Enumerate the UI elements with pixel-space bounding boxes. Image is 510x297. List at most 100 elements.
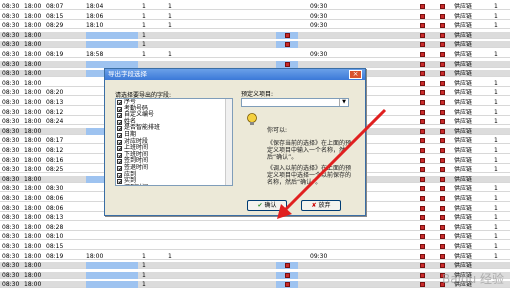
checkbox-icon[interactable] xyxy=(420,282,425,288)
ok-button[interactable]: ✔ 确认 xyxy=(247,200,287,211)
checkbox-icon[interactable] xyxy=(420,263,425,269)
checkbox-icon[interactable] xyxy=(420,186,425,192)
checkbox-icon[interactable] xyxy=(420,109,425,115)
checkbox-icon[interactable] xyxy=(117,100,122,105)
checkbox-icon[interactable] xyxy=(440,23,445,29)
checkbox-icon[interactable] xyxy=(420,176,425,182)
checkbox-icon[interactable] xyxy=(420,23,425,29)
checkbox-icon[interactable] xyxy=(440,100,445,105)
checkbox-icon[interactable] xyxy=(420,196,425,201)
table-row[interactable]: 08:30 18:00 08:07 18:04 1 1 09:30 供应链 1 xyxy=(0,3,510,10)
table-row[interactable]: 08:30 18:00 1 供应链 xyxy=(0,271,510,279)
checkbox-icon[interactable] xyxy=(117,179,122,185)
checkbox-icon[interactable] xyxy=(285,61,290,67)
table-row[interactable]: 08:30 18:00 08:19 18:00 1 1 09:30 供应链 1 xyxy=(0,253,510,260)
table-row[interactable]: 08:30 18:00 08:19 18:58 1 1 09:30 供应链 1 xyxy=(0,51,510,58)
table-row[interactable]: 08:30 18:00 1 供应链 xyxy=(0,281,510,289)
checkbox-icon[interactable] xyxy=(420,253,425,259)
close-button[interactable]: × xyxy=(349,70,362,79)
checkbox-icon[interactable] xyxy=(420,13,425,19)
checkbox-icon[interactable] xyxy=(440,157,445,163)
checkbox-icon[interactable] xyxy=(440,253,445,259)
cancel-button[interactable]: ✘ 放弃 xyxy=(301,200,341,211)
checkbox-icon[interactable] xyxy=(420,119,425,125)
list-item[interactable]: 迟到时间 xyxy=(116,184,232,185)
checkbox-icon[interactable] xyxy=(420,128,425,134)
checkbox-icon[interactable] xyxy=(117,172,122,178)
checkbox-icon[interactable] xyxy=(440,148,445,153)
checkbox-icon[interactable] xyxy=(440,13,445,19)
checkbox-icon[interactable] xyxy=(285,42,290,48)
checkbox-icon[interactable] xyxy=(285,282,290,288)
checkbox-icon[interactable] xyxy=(440,263,445,269)
checkbox-icon[interactable] xyxy=(420,272,425,278)
checkbox-icon[interactable] xyxy=(117,146,122,152)
checkbox-icon[interactable] xyxy=(440,90,445,96)
table-row[interactable]: 08:30 18:00 08:10 供应链 1 xyxy=(0,233,510,241)
checkbox-icon[interactable] xyxy=(117,152,122,158)
checkbox-icon[interactable] xyxy=(420,224,425,230)
checkbox-icon[interactable] xyxy=(420,234,425,240)
checkbox-icon[interactable] xyxy=(420,4,425,9)
checkbox-icon[interactable] xyxy=(440,215,445,221)
checkbox-icon[interactable] xyxy=(285,263,290,269)
checkbox-icon[interactable] xyxy=(420,52,425,57)
checkbox-icon[interactable] xyxy=(440,4,445,9)
checkbox-icon[interactable] xyxy=(420,157,425,163)
preset-select[interactable]: ▼ xyxy=(241,98,349,107)
table-row[interactable]: 08:30 18:00 08:15 供应链 1 xyxy=(0,243,510,250)
chevron-down-icon[interactable]: ▼ xyxy=(339,99,348,106)
checkbox-icon[interactable] xyxy=(420,71,425,77)
checkbox-icon[interactable] xyxy=(117,139,122,145)
table-row[interactable]: 08:30 18:00 08:28 供应链 1 xyxy=(0,224,510,231)
checkbox-icon[interactable] xyxy=(117,126,122,132)
checkbox-icon[interactable] xyxy=(440,128,445,134)
checkbox-icon[interactable] xyxy=(440,109,445,115)
checkbox-icon[interactable] xyxy=(420,215,425,221)
checkbox-icon[interactable] xyxy=(420,167,425,173)
checkbox-icon[interactable] xyxy=(440,205,445,211)
checkbox-icon[interactable] xyxy=(440,80,445,86)
table-row[interactable]: 08:30 18:00 1 供应链 xyxy=(0,31,510,39)
field-list[interactable]: 序号 考勤号码 自定义编号 姓名 是否智能排班 日期 对应时段 上班时间 下班时间 签到时间 签退时… xyxy=(115,98,233,186)
checkbox-icon[interactable] xyxy=(420,32,425,38)
checkbox-icon[interactable] xyxy=(285,272,290,278)
checkbox-icon[interactable] xyxy=(420,61,425,67)
table-row[interactable]: 08:30 18:00 供应链 xyxy=(0,60,510,68)
checkbox-icon[interactable] xyxy=(440,32,445,38)
checkbox-icon[interactable] xyxy=(117,159,122,165)
checkbox-icon[interactable] xyxy=(117,132,122,138)
checkbox-icon[interactable] xyxy=(420,42,425,48)
checkbox-icon[interactable] xyxy=(440,224,445,230)
checkbox-icon[interactable] xyxy=(420,138,425,144)
checkbox-icon[interactable] xyxy=(440,244,445,249)
table-row[interactable]: 08:30 18:00 08:29 18:10 1 1 09:30 供应链 1 xyxy=(0,22,510,30)
table-row[interactable]: 08:30 18:00 08:15 18:06 1 1 09:30 供应链 1 xyxy=(0,13,510,20)
checkbox-icon[interactable] xyxy=(117,113,122,119)
checkbox-icon[interactable] xyxy=(440,176,445,182)
table-row[interactable]: 08:30 18:00 1 供应链 xyxy=(0,41,510,49)
checkbox-icon[interactable] xyxy=(420,205,425,211)
checkbox-icon[interactable] xyxy=(440,196,445,201)
checkbox-icon[interactable] xyxy=(440,186,445,192)
checkbox-icon[interactable] xyxy=(440,138,445,144)
checkbox-icon[interactable] xyxy=(440,167,445,173)
checkbox-icon[interactable] xyxy=(440,42,445,48)
checkbox-icon[interactable] xyxy=(440,119,445,125)
checkbox-icon[interactable] xyxy=(420,100,425,105)
table-cell: 08:30 xyxy=(2,108,20,116)
checkbox-icon[interactable] xyxy=(440,71,445,77)
checkbox-icon[interactable] xyxy=(285,32,290,38)
checkbox-icon[interactable] xyxy=(420,148,425,153)
list-scrollbar[interactable] xyxy=(225,99,232,185)
checkbox-icon[interactable] xyxy=(440,234,445,240)
checkbox-icon[interactable] xyxy=(440,52,445,57)
checkbox-icon[interactable] xyxy=(420,244,425,249)
checkbox-icon[interactable] xyxy=(420,80,425,86)
checkbox-icon[interactable] xyxy=(440,61,445,67)
checkbox-icon[interactable] xyxy=(117,106,122,112)
checkbox-icon[interactable] xyxy=(117,119,122,125)
table-row[interactable]: 08:30 18:00 1 供应链 xyxy=(0,262,510,270)
checkbox-icon[interactable] xyxy=(420,90,425,96)
checkbox-icon[interactable] xyxy=(117,165,122,171)
